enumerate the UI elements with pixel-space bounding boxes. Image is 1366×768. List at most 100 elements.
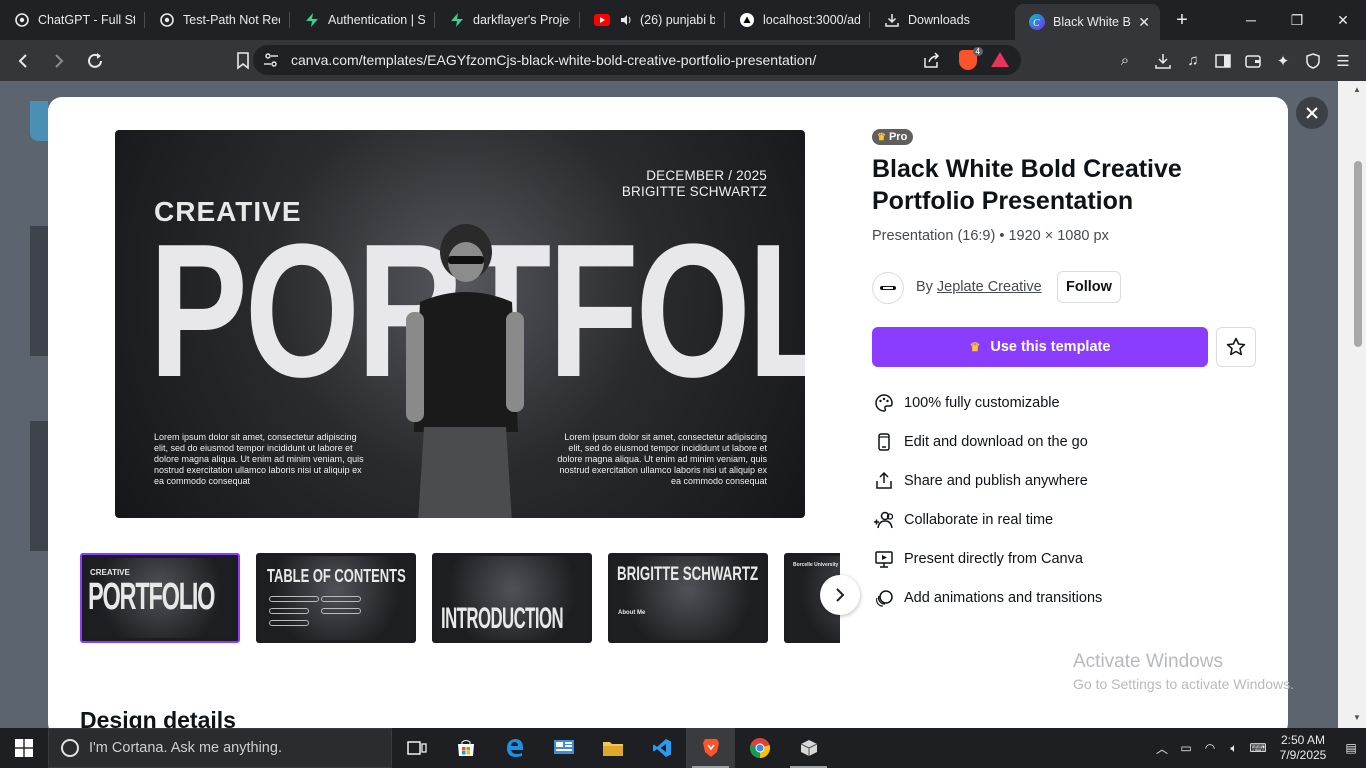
next-slide-button[interactable]	[820, 575, 860, 615]
brave-rewards-icon[interactable]	[991, 52, 1009, 67]
sidebar-toggle-icon[interactable]	[1208, 46, 1238, 76]
tab-chatgpt-2[interactable]: Test-Path Not Rec	[145, 0, 290, 40]
store-icon[interactable]	[441, 728, 490, 768]
downloads-toolbar-icon[interactable]	[1148, 46, 1178, 76]
thumbnail-slide-3[interactable]: INTRODUCTION	[432, 553, 592, 643]
task-view-icon[interactable]	[392, 728, 441, 768]
volume-icon[interactable]: 🔈︎	[1222, 741, 1246, 756]
tab-localhost[interactable]: localhost:3000/ad	[725, 0, 870, 40]
template-title: Black White Bold Creative Portfolio Pres…	[872, 155, 1182, 215]
creator-avatar[interactable]	[872, 272, 904, 304]
thumbnail-background: CREATIVE PORTFOLIO	[85, 558, 235, 638]
page-scrollbar[interactable]: ▲ ▼	[1338, 81, 1366, 728]
thumbnail-background: INTRODUCTION	[435, 556, 589, 640]
tab-supabase-project[interactable]: darkflayer's Projec	[435, 0, 580, 40]
tab-label: localhost:3000/ad	[763, 13, 860, 27]
star-icon	[1226, 337, 1246, 356]
use-template-label: Use this template	[990, 339, 1111, 355]
thumbnail-title: BRIGITTE SCHWARTZ	[617, 564, 759, 585]
browser-toolbar: canva.com/templates/EAGYfzomCjs-black-wh…	[0, 40, 1366, 81]
site-settings-icon[interactable]	[263, 52, 279, 71]
vscode-icon[interactable]	[637, 728, 686, 768]
sidebar-search-icon[interactable]: ⌕	[1110, 46, 1140, 76]
thumbnail-slide-4[interactable]: BRIGITTE SCHWARTZ About Me	[608, 553, 768, 643]
scroll-up-icon[interactable]: ▲	[1353, 85, 1361, 94]
template-preview[interactable]: DECEMBER / 2025 BRIGITTE SCHWARTZ CREATI…	[115, 130, 805, 518]
back-icon[interactable]	[8, 46, 38, 76]
preview-date: DECEMBER / 2025 BRIGITTE SCHWARTZ	[622, 168, 767, 200]
close-icon	[1306, 107, 1318, 119]
scroll-down-icon[interactable]: ▼	[1353, 713, 1361, 722]
pro-badge-label: Pro	[888, 131, 908, 143]
chrome-icon[interactable]	[735, 728, 784, 768]
tab-youtube[interactable]: (26) punjabi b	[580, 0, 725, 40]
edge-icon[interactable]	[490, 728, 539, 768]
thumbnail-pill	[321, 596, 361, 602]
background-page-fragment	[30, 421, 48, 551]
tab-label: darkflayer's Projec	[473, 13, 570, 27]
windows-taskbar: I'm Cortana. Ask me anything. ︿ ▭ ◠ 🔈︎ ⌨…	[0, 728, 1366, 768]
tab-downloads[interactable]: Downloads	[870, 0, 1015, 40]
tab-chatgpt-1[interactable]: ChatGPT - Full Sta	[0, 0, 145, 40]
feature-item: Share and publish anywhere	[872, 461, 1262, 500]
template-info-panel: ♛ Pro Black White Bold Creative Portfoli…	[872, 97, 1272, 728]
input-method-icon[interactable]: ⌨	[1246, 741, 1270, 755]
thumbnail-slide-1[interactable]: CREATIVE PORTFOLIO	[80, 553, 240, 643]
tab-label: Authentication | S	[328, 13, 425, 27]
vpn-icon[interactable]	[1298, 46, 1328, 76]
clock[interactable]: 2:50 AM 7/9/2025	[1270, 733, 1336, 763]
wallet-icon[interactable]	[1238, 46, 1268, 76]
address-bar[interactable]: canva.com/templates/EAGYfzomCjs-black-wh…	[253, 45, 1021, 75]
favorite-button[interactable]	[1216, 327, 1256, 367]
animation-icon	[872, 586, 896, 610]
action-center-icon[interactable]: ▤	[1336, 741, 1366, 755]
thumbnail-title: PORTFOLIO	[88, 576, 216, 618]
preview-author-line: BRIGITTE SCHWARTZ	[621, 184, 767, 199]
wifi-icon[interactable]: ◠	[1198, 741, 1222, 755]
tab-canva-active[interactable]: C Black White B ✕	[1015, 4, 1160, 40]
people-icon	[872, 508, 896, 532]
watermark-title: Activate Windows	[1073, 651, 1223, 672]
battery-icon[interactable]: ▭	[1174, 741, 1198, 755]
chatgpt-icon	[159, 12, 175, 28]
brave-taskbar-icon[interactable]	[686, 728, 735, 768]
thumbnail-background: BRIGITTE SCHWARTZ About Me	[611, 556, 765, 640]
start-button[interactable]	[0, 728, 48, 768]
share-icon	[872, 469, 896, 493]
thumbnail-pill	[269, 608, 309, 614]
scrollbar-thumb[interactable]	[1354, 161, 1362, 347]
use-template-button[interactable]: ♛ Use this template	[872, 327, 1208, 367]
system-tray: ︿ ▭ ◠ 🔈︎ ⌨ 2:50 AM 7/9/2025 ▤	[1150, 728, 1366, 768]
creator-name-link[interactable]: Jeplate Creative	[937, 279, 1042, 295]
reload-icon[interactable]	[80, 46, 110, 76]
speaker-icon[interactable]	[618, 12, 634, 28]
control-panel-icon[interactable]	[539, 728, 588, 768]
follow-button[interactable]: Follow	[1057, 271, 1121, 303]
restore-icon[interactable]: ❐	[1274, 0, 1320, 40]
thumbnail-background: TABLE OF CONTENTS	[259, 556, 413, 640]
thumbnail-pill	[269, 620, 309, 626]
share-icon[interactable]	[923, 52, 941, 71]
toolbar-right-icons: ⌕ ♫ ✦ ☰	[1110, 40, 1358, 81]
template-meta: Presentation (16:9) • 1920 × 1080 px	[872, 228, 1109, 244]
feature-item: Present directly from Canva	[872, 539, 1262, 578]
minimize-icon[interactable]: ─	[1228, 0, 1274, 40]
chevron-up-icon[interactable]: ︿	[1150, 740, 1174, 757]
taskbar-apps	[392, 728, 833, 768]
menu-icon[interactable]: ☰	[1328, 46, 1358, 76]
close-tab-icon[interactable]: ✕	[1138, 14, 1150, 31]
leo-ai-icon[interactable]: ✦	[1268, 46, 1298, 76]
file-explorer-icon[interactable]	[588, 728, 637, 768]
music-icon[interactable]: ♫	[1178, 46, 1208, 76]
url-text[interactable]: canva.com/templates/EAGYfzomCjs-black-wh…	[291, 52, 816, 68]
cortana-search-box[interactable]: I'm Cortana. Ask me anything.	[48, 728, 392, 768]
supabase-icon	[304, 12, 320, 28]
close-window-icon[interactable]: ✕	[1320, 0, 1366, 40]
forward-icon[interactable]	[44, 46, 74, 76]
crown-icon: ♛	[969, 340, 981, 354]
app-cube-icon[interactable]	[784, 728, 833, 768]
new-tab-button[interactable]: +	[1166, 9, 1198, 32]
tab-supabase-auth[interactable]: Authentication | S	[290, 0, 435, 40]
thumbnail-slide-2[interactable]: TABLE OF CONTENTS	[256, 553, 416, 643]
close-modal-button[interactable]	[1296, 97, 1328, 129]
